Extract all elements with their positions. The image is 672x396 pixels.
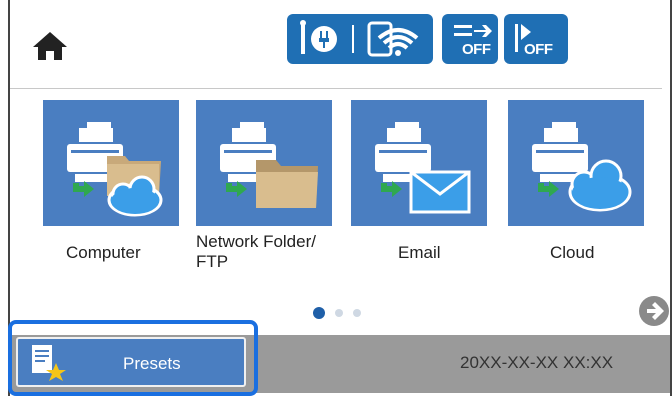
next-page-button[interactable]	[639, 296, 669, 326]
network-folder-label: Network Folder/ FTP	[196, 232, 316, 272]
page-dot-active	[313, 307, 325, 319]
network-folder-label-line1: Network Folder/	[196, 232, 316, 251]
print-status-button[interactable]: OFF	[504, 14, 568, 64]
sound-status-button[interactable]: OFF	[442, 14, 498, 64]
arrow-right-icon	[647, 302, 664, 320]
scan-to-network-folder-icon	[220, 122, 318, 208]
scan-to-cloud-icon	[532, 122, 632, 212]
network-status-button[interactable]	[287, 14, 433, 64]
network-folder-label-line2: FTP	[196, 252, 229, 271]
wifi-icon	[367, 21, 419, 57]
date-time-display: 20XX-XX-XX XX:XX	[460, 353, 614, 372]
scan-to-computer-icon	[67, 122, 163, 217]
page-indicator	[313, 305, 373, 319]
scan-to-email-tile[interactable]	[351, 100, 487, 226]
presets-button[interactable]: Presets	[16, 337, 246, 387]
presets-label: Presets	[123, 354, 181, 373]
computer-label: Computer	[66, 243, 141, 262]
scan-to-cloud-tile[interactable]	[508, 100, 644, 226]
presets-icon	[32, 345, 66, 381]
home-button[interactable]	[30, 28, 70, 64]
scan-to-computer-tile[interactable]	[43, 100, 179, 226]
ethernet-icon	[300, 20, 337, 54]
cloud-label: Cloud	[550, 243, 595, 262]
print-off-label: OFF	[524, 41, 553, 58]
page-dot	[335, 309, 343, 317]
sound-off-label: OFF	[462, 41, 491, 58]
scan-to-network-folder-tile[interactable]	[196, 100, 332, 226]
email-label: Email	[398, 243, 441, 262]
header-divider	[10, 88, 662, 89]
page-dot	[353, 309, 361, 317]
home-icon	[33, 32, 67, 60]
printer-home-screen: OFF OFF Computer Network Folder/ FTP Ema…	[0, 0, 672, 396]
status-separator	[352, 25, 354, 53]
scan-to-email-icon	[375, 122, 471, 214]
top-bar: OFF OFF	[10, 0, 670, 88]
